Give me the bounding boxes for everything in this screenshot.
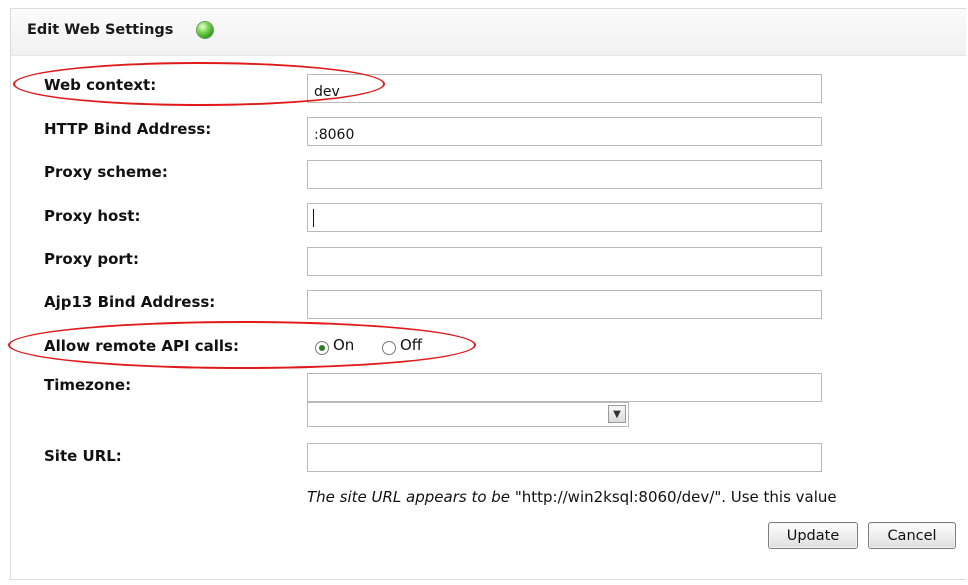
proxy-host-label: Proxy host: [44,207,141,225]
timezone-select[interactable]: ▼ [307,402,629,427]
site-url-hint: The site URL appears to be "http://win2k… [307,488,837,506]
chevron-down-icon[interactable]: ▼ [608,405,626,423]
proxy-port-input[interactable] [307,247,822,276]
http-bind-address-input[interactable] [307,117,822,146]
green-status-icon [197,22,213,38]
proxy-port-label: Proxy port: [44,250,139,268]
allow-remote-api-label: Allow remote API calls: [44,337,239,355]
panel-title: Edit Web Settings [27,22,174,38]
web-context-label: Web context: [44,76,157,94]
allow-remote-api-on-radio[interactable] [315,341,329,355]
allow-remote-api-off-radio[interactable] [382,341,396,355]
site-url-label: Site URL: [44,447,122,465]
timezone-input[interactable] [307,373,822,402]
http-bind-address-label: HTTP Bind Address: [44,120,212,138]
ajp13-bind-address-label: Ajp13 Bind Address: [44,293,216,311]
site-url-input[interactable] [307,443,822,472]
timezone-label: Timezone: [44,376,132,394]
site-url-hint-prefix: The site URL appears to be [307,488,511,506]
allow-remote-api-off-label[interactable]: Off [400,336,422,354]
text-cursor [313,209,314,227]
update-button[interactable]: Update [768,522,858,549]
cancel-button[interactable]: Cancel [868,522,956,549]
web-context-input[interactable] [307,74,822,103]
ajp13-bind-address-input[interactable] [307,290,822,319]
panel-header: Edit Web Settings [11,9,966,56]
proxy-host-input[interactable] [307,203,822,232]
site-url-hint-url: "http://win2ksql:8060/dev/". Use this va… [514,488,837,506]
proxy-scheme-label: Proxy scheme: [44,163,168,181]
proxy-scheme-input[interactable] [307,160,822,189]
allow-remote-api-on-label[interactable]: On [333,336,354,354]
